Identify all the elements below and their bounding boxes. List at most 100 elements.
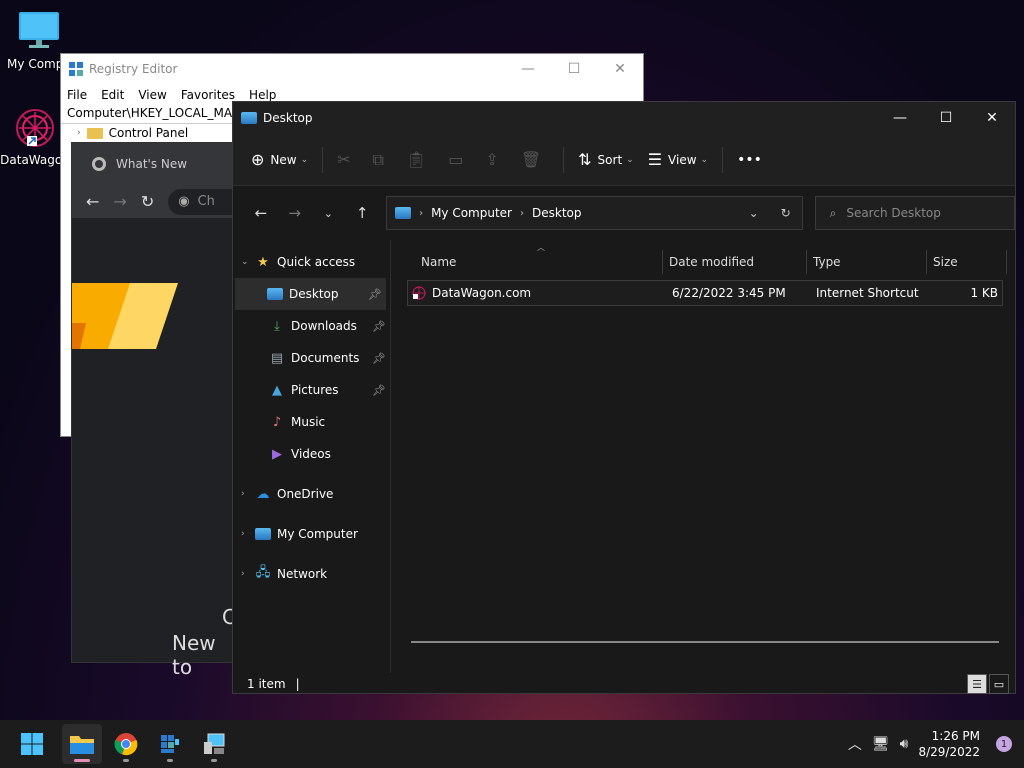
nav-my-computer[interactable]: › My Computer — [233, 518, 390, 550]
sort-button[interactable]: ⇅ Sort ⌄ — [578, 150, 634, 169]
new-button[interactable]: ⊕ New ⌄ — [251, 150, 308, 169]
chevron-up-icon[interactable]: ︿ — [848, 734, 862, 754]
up-button[interactable]: ↑ — [348, 204, 376, 222]
refresh-button[interactable]: ↻ — [770, 206, 802, 220]
pictures-icon: ▲ — [272, 382, 282, 398]
chrome-window[interactable]: What's New ← → ↻ ◉ Ch C New to — [71, 142, 241, 679]
copy-button[interactable]: ⧉ — [373, 150, 384, 170]
cloud-icon: ☁ — [256, 486, 270, 502]
forward-icon[interactable]: → — [113, 192, 126, 211]
cut-button[interactable]: ✂ — [337, 150, 350, 169]
delete-button[interactable]: 🗑︎ — [521, 150, 541, 169]
breadcrumb-my-computer[interactable]: My Computer — [431, 206, 512, 220]
nav-item-desktop[interactable]: Desktop 📌︎ — [235, 278, 386, 310]
nav-network[interactable]: › 🖧︎ Network — [233, 558, 390, 590]
system-tray: ︿ 🖥︎ 🔊︎ 1:26 PM 8/29/2022 1 — [848, 728, 1024, 760]
tab-whats-new[interactable]: What's New — [116, 157, 187, 171]
breadcrumb-separator-icon[interactable]: › — [419, 208, 423, 219]
nav-item-music[interactable]: ♪ Music — [233, 406, 390, 438]
column-header-date[interactable]: Date modified — [663, 250, 807, 274]
paste-button[interactable]: 📋︎ — [406, 150, 426, 169]
sort-label: Sort — [597, 152, 623, 167]
title-bar[interactable]: Desktop — ☐ ✕ — [233, 102, 1015, 134]
search-input[interactable]: ⌕ Search Desktop — [814, 196, 1016, 230]
start-button[interactable] — [12, 724, 52, 764]
share-button[interactable]: ⇪ — [485, 150, 498, 169]
breadcrumb-separator-icon[interactable]: › — [520, 208, 524, 219]
menu-help[interactable]: Help — [249, 88, 276, 102]
nav-item-videos[interactable]: ▶ Videos — [233, 438, 390, 470]
pin-icon: 📌︎ — [368, 287, 382, 301]
video-icon: ▶ — [272, 446, 282, 462]
maximize-button[interactable]: ☐ — [923, 102, 969, 134]
expand-icon[interactable]: › — [77, 128, 81, 138]
notification-badge[interactable]: 1 — [996, 736, 1012, 752]
chevron-right-icon[interactable]: › — [241, 489, 255, 499]
monitor-icon — [19, 12, 59, 48]
menu-file[interactable]: File — [67, 88, 87, 102]
column-header-name[interactable]: Name — [391, 250, 663, 274]
recent-locations-button[interactable]: ⌄ — [315, 207, 343, 220]
network-icon[interactable]: 🖥︎ — [872, 736, 890, 752]
navigation-pane: ⌄ ★ Quick access Desktop 📌︎ ⤓ Downloads … — [233, 240, 391, 673]
pin-icon: 📌︎ — [372, 383, 386, 397]
whats-new-banner-image — [72, 283, 178, 349]
view-icon: ☰ — [647, 150, 663, 169]
forward-button[interactable]: → — [281, 204, 309, 222]
more-options-button[interactable]: ••• — [737, 152, 762, 168]
taskbar-control-panel[interactable] — [194, 724, 234, 764]
menu-favorites[interactable]: Favorites — [181, 88, 235, 102]
minimize-button[interactable]: — — [505, 61, 551, 77]
close-button[interactable]: ✕ — [597, 61, 643, 77]
registry-icon — [161, 735, 179, 753]
tiles-view-button[interactable]: ▭ — [989, 674, 1009, 694]
nav-quick-access[interactable]: ⌄ ★ Quick access — [233, 246, 390, 278]
taskbar-registry-editor[interactable] — [150, 724, 190, 764]
taskbar: ︿ 🖥︎ 🔊︎ 1:26 PM 8/29/2022 1 — [0, 720, 1024, 768]
chevron-right-icon[interactable]: › — [241, 529, 255, 539]
nav-item-downloads[interactable]: ⤓ Downloads 📌︎ — [233, 310, 390, 342]
back-icon[interactable]: ← — [86, 192, 99, 211]
address-dropdown-button[interactable]: ⌄ — [738, 206, 770, 220]
column-header-type[interactable]: Type — [807, 250, 927, 274]
column-header-size[interactable]: Size — [927, 250, 1007, 274]
pin-icon: 📌︎ — [372, 319, 386, 333]
nav-label: My Computer — [277, 527, 358, 541]
view-button[interactable]: ☰ View ⌄ — [648, 150, 708, 169]
horizontal-scrollbar[interactable] — [411, 641, 999, 643]
menu-edit[interactable]: Edit — [101, 88, 124, 102]
nav-item-documents[interactable]: ▤ Documents 📌︎ — [233, 342, 390, 374]
breadcrumb[interactable]: › My Computer › Desktop ⌄ ↻ — [386, 196, 803, 230]
breadcrumb-desktop[interactable]: Desktop — [532, 206, 582, 220]
rename-button[interactable]: ▭ — [448, 150, 463, 169]
clock[interactable]: 1:26 PM 8/29/2022 — [918, 728, 980, 760]
taskbar-file-explorer[interactable] — [62, 724, 102, 764]
chevron-down-icon[interactable]: ⌄ — [241, 257, 255, 267]
chevron-down-icon: ⌄ — [626, 154, 634, 165]
file-date-cell: 6/22/2022 3:45 PM — [672, 286, 786, 300]
desktop-folder-icon — [241, 112, 257, 124]
divider — [563, 146, 565, 173]
taskbar-chrome[interactable] — [106, 724, 146, 764]
maximize-button[interactable]: ☐ — [551, 61, 597, 77]
omnibox[interactable]: ◉ Ch — [168, 188, 240, 215]
title-bar[interactable]: Registry Editor — ☐ ✕ — [61, 54, 643, 84]
chevron-right-icon[interactable]: › — [241, 569, 255, 579]
details-view-button[interactable]: ☰ — [967, 674, 987, 694]
file-row[interactable]: DataWagon.com 6/22/2022 3:45 PM Internet… — [407, 280, 1003, 306]
volume-icon[interactable]: 🔊︎ — [900, 736, 909, 752]
close-button[interactable]: ✕ — [969, 102, 1015, 134]
nav-label: Desktop — [289, 287, 339, 301]
nav-item-pictures[interactable]: ▲ Pictures 📌︎ — [233, 374, 390, 406]
file-explorer-window[interactable]: Desktop — ☐ ✕ ⊕ New ⌄ ✂ ⧉ 📋︎ ▭ ⇪ 🗑︎ ⇅ So… — [232, 101, 1016, 694]
file-type-cell: Internet Shortcut — [816, 286, 919, 300]
nav-label: Quick access — [277, 255, 356, 269]
back-button[interactable]: ← — [247, 204, 275, 222]
reload-icon[interactable]: ↻ — [141, 192, 154, 211]
minimize-button[interactable]: — — [877, 102, 923, 134]
windows-logo-icon — [21, 733, 43, 755]
menu-view[interactable]: View — [138, 88, 166, 102]
nav-onedrive[interactable]: › ☁ OneDrive — [233, 478, 390, 510]
google-icon: ◉ — [178, 194, 190, 209]
status-separator: | — [295, 677, 300, 691]
